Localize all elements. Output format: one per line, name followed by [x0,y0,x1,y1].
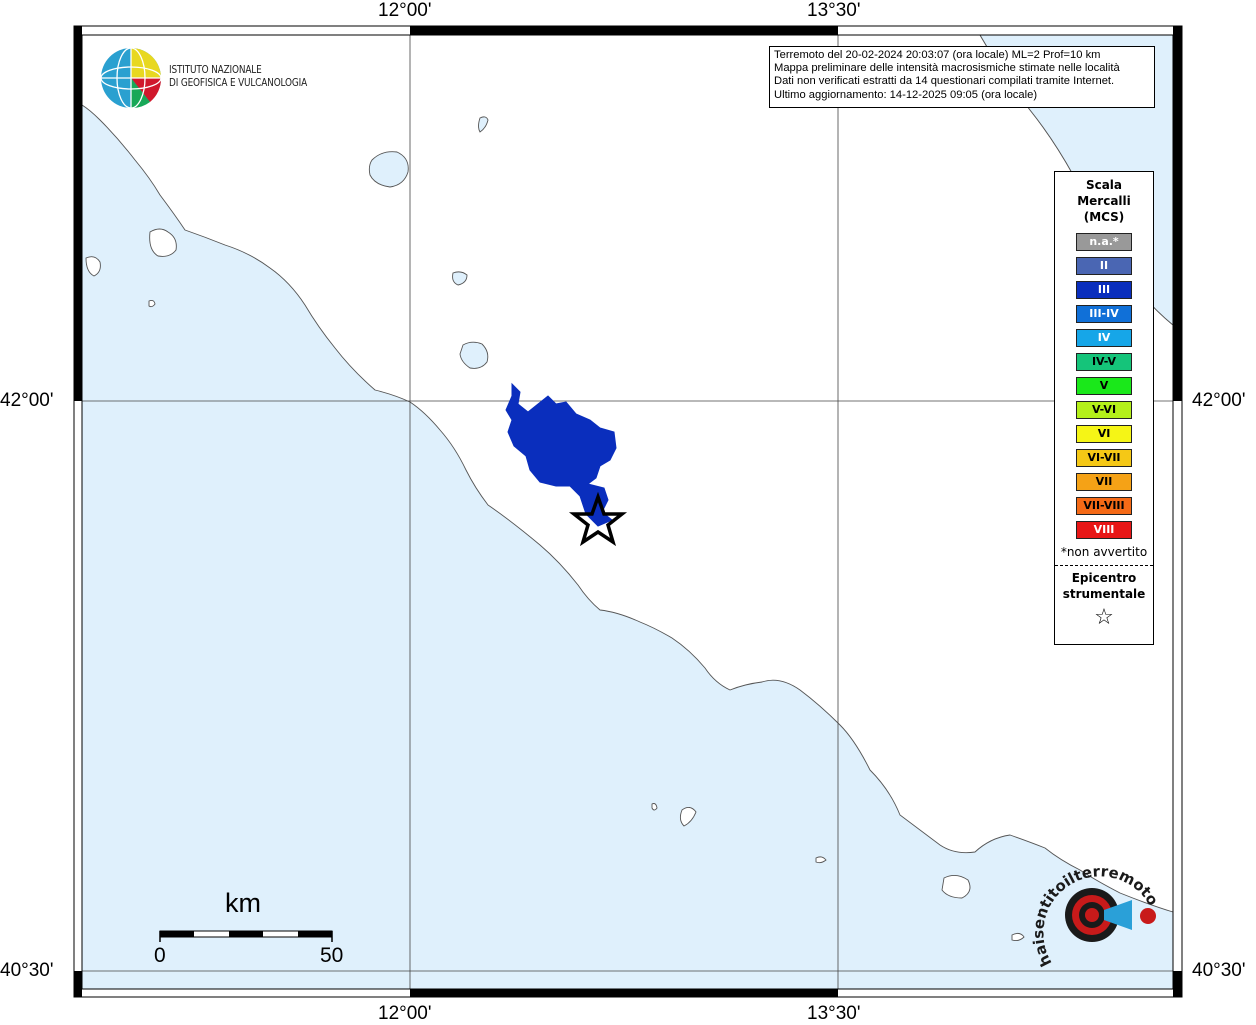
ingv-logo-text: ISTITUTO NAZIONALE DI GEOFISICA E VULCAN… [169,64,307,90]
legend-item: VI [1076,425,1132,443]
legend-item: VI-VII [1076,449,1132,467]
hsit-watermark: haisentitoilterremoto.it [1030,855,1160,969]
legend-separator [1055,565,1153,566]
legend-title-line3: (MCS) [1083,210,1125,224]
legend-item: III [1076,281,1132,299]
legend-note: *non avvertito [1060,545,1148,559]
scale-bar-min: 0 [154,944,166,967]
mcs-legend: Scala Mercalli (MCS) n.a.* II III III-IV IV I… [1054,171,1154,645]
legend-epicentre-line1: Epicentro [1071,571,1137,585]
bottom-tick-12: 12°00' [378,1003,432,1024]
right-tick-40-30: 40°30' [1192,960,1246,981]
ingv-logo-icon [100,47,162,109]
ingv-logo-line2: DI GEOFISICA E VULCANOLOGIA [169,77,308,89]
right-tick-42: 42°00' [1192,390,1246,411]
legend-item: V-VI [1076,401,1132,419]
legend-item: III-IV [1076,305,1132,323]
top-tick-12: 12°00' [378,0,432,21]
legend-item: IV-V [1076,353,1132,371]
svg-text:haisentitoilterremoto.it: haisentitoilterremoto.it [1030,855,1160,969]
legend-items: n.a.* II III III-IV IV IV-V V V-VI VI VI-VII VII VI… [1055,233,1153,539]
event-info-line3: Dati non verificati estratti da 14 quest… [774,75,1115,88]
left-tick-40-30: 40°30' [0,960,54,981]
legend-item: VII [1076,473,1132,491]
legend-title-line2: Mercalli [1077,194,1131,208]
legend-item: II [1076,257,1132,275]
legend-epicentre-line2: strumentale [1062,587,1146,601]
legend-item: n.a.* [1076,233,1132,251]
ingv-logo-line1: ISTITUTO NAZIONALE [169,64,262,76]
top-tick-13-30: 13°30' [807,0,861,21]
scale-bar-title: km [225,888,261,918]
legend-item: V [1076,377,1132,395]
island-palmarola [651,803,658,811]
legend-title-line1: Scala [1085,178,1123,192]
legend-title: Scala Mercalli (MCS) [1055,177,1153,225]
event-info-line1: Terremoto del 20-02-2024 20:03:07 (ora l… [774,49,1101,61]
scale-bar-max: 50 [320,944,344,967]
legend-item: VIII [1076,521,1132,539]
event-info-line2: Mappa preliminare delle intensità macros… [774,62,1120,75]
left-tick-42: 42°00' [0,390,54,411]
lake-trasimeno [368,151,409,188]
event-info-box: Terremoto del 20-02-2024 20:03:07 (ora l… [769,46,1155,108]
legend-epicentre-label: Epicentro strumentale [1055,570,1153,602]
legend-item: VII-VIII [1076,497,1132,515]
legend-star-icon: ☆ [1094,605,1114,630]
event-info-line4: Ultimo aggiornamento: 14-12-2025 09:05 (… [774,88,1038,101]
bottom-tick-13-30: 13°30' [807,1003,861,1024]
legend-item: IV [1076,329,1132,347]
hsit-watermark-text: haisentitoilterremoto.it [1030,855,1160,969]
